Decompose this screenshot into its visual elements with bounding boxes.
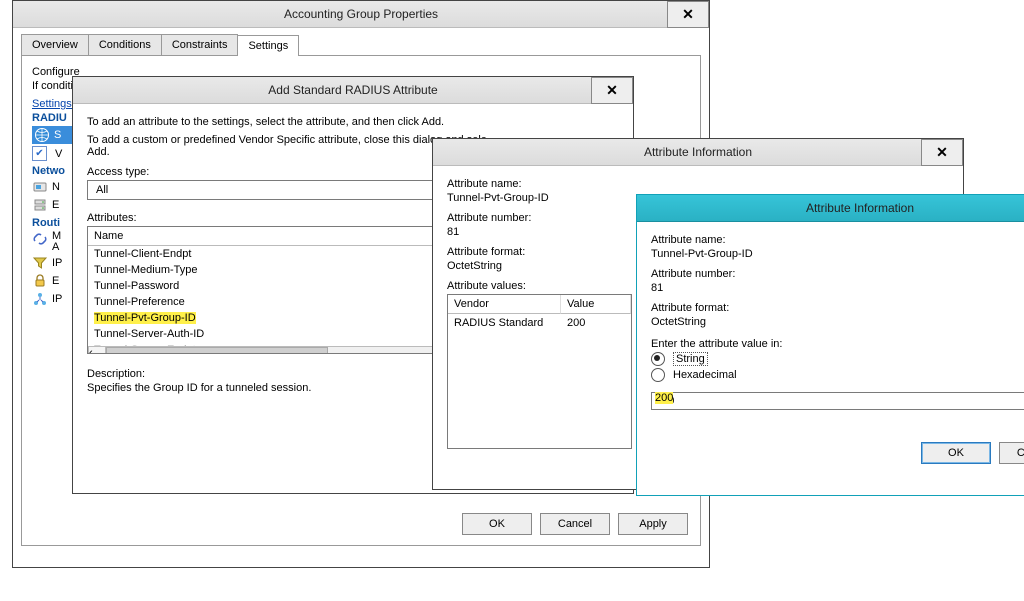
cell-vendor: RADIUS Standard [448,314,561,332]
sidebar-item-label: V [55,148,62,160]
checkbox-icon: ✔ [32,146,47,161]
cell-value: 200 [561,314,631,332]
column-header-value[interactable]: Value [561,295,631,314]
network-icon [32,291,48,307]
tab-settings[interactable]: Settings [237,35,299,56]
cancel-button[interactable]: Cancel [540,513,610,535]
radio-label: String [673,352,708,366]
sidebar-item-label: IP [52,257,62,269]
dialog-body: Attribute name: Tunnel-Pvt-Group-ID Attr… [637,222,1024,474]
titlebar: Attribute Information ✕ [637,195,1024,222]
lock-icon [32,273,48,289]
ok-button[interactable]: OK [921,442,991,464]
window-title: Attribute Information [644,145,752,159]
window-attribute-information-2: Attribute Information ✕ Attribute name: … [636,194,1024,496]
close-button[interactable]: ✕ [667,1,709,28]
radio-label: Hexadecimal [673,369,737,381]
titlebar: Add Standard RADIUS Attribute ✕ [73,77,633,104]
nic-icon [32,179,48,195]
access-type-select[interactable]: All [87,180,461,200]
sidebar-item-label: IP [52,293,62,305]
sidebar-item-label: E [52,275,59,287]
sidebar-item-label: M A [52,231,61,253]
filter-icon [32,255,48,271]
tab-constraints[interactable]: Constraints [161,34,239,55]
sidebar-item-label: N [52,181,60,193]
scroll-left-button[interactable]: ‹ [88,346,106,354]
attr-format-value: OctetString [651,316,1024,328]
titlebar: Attribute Information ✕ [433,139,963,166]
radio-icon [651,368,665,382]
intro-text-1: To add an attribute to the settings, sel… [87,116,619,128]
scroll-thumb[interactable] [106,347,328,354]
tabstrip: Overview Conditions Constraints Settings [21,34,701,56]
window-title: Attribute Information [806,201,914,215]
table-row[interactable]: RADIUS Standard 200 [448,314,631,332]
attr-name-value: Tunnel-Pvt-Group-ID [651,248,1024,260]
radio-hexadecimal[interactable]: Hexadecimal [651,368,1024,382]
sidebar-item-label: S [54,129,61,141]
highlighted-text: Tunnel-Pvt-Group-ID [94,312,196,324]
column-header-vendor[interactable]: Vendor [448,295,561,314]
close-button[interactable]: ✕ [921,139,963,166]
radio-icon [651,352,665,366]
enter-value-label: Enter the attribute value in: [651,338,1024,350]
server-icon [32,197,48,213]
close-button[interactable]: ✕ [591,77,633,104]
radio-string[interactable]: String [651,352,1024,366]
attr-number-label: Attribute number: [651,268,1024,280]
attr-number-value: 81 [651,282,1024,294]
sidebar-item-label: E [52,199,59,211]
apply-button[interactable]: Apply [618,513,688,535]
tab-overview[interactable]: Overview [21,34,89,55]
link-icon [32,231,48,247]
globe-icon [34,127,50,143]
titlebar: Accounting Group Properties ✕ [13,1,709,28]
attribute-values-table[interactable]: Vendor Value RADIUS Standard 200 [447,294,632,449]
attr-name-label: Attribute name: [651,234,1024,246]
ok-button[interactable]: OK [462,513,532,535]
attr-name-label: Attribute name: [447,178,949,190]
window-title: Add Standard RADIUS Attribute [268,83,437,97]
tab-conditions[interactable]: Conditions [88,34,162,55]
attribute-value-input[interactable] [651,392,1024,410]
attr-format-label: Attribute format: [651,302,1024,314]
cancel-button[interactable]: Cancel [999,442,1024,464]
window-title: Accounting Group Properties [284,7,438,21]
